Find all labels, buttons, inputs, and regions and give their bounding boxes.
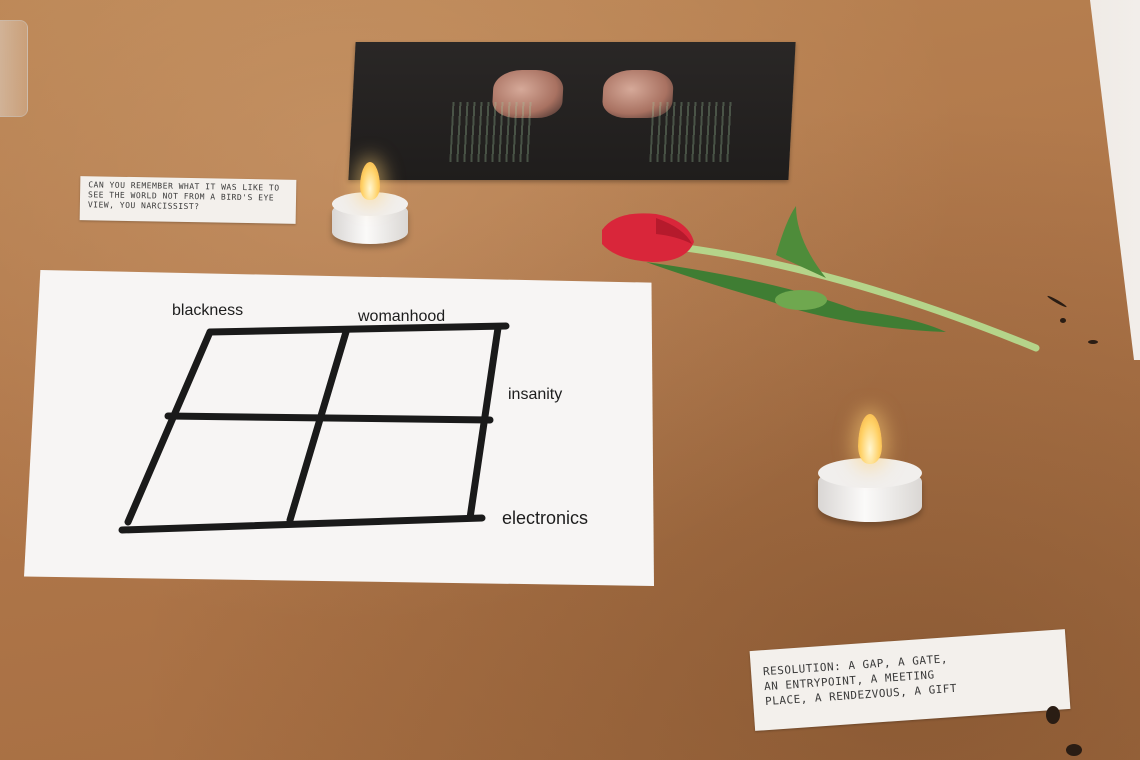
tealight-candle-icon	[818, 414, 922, 522]
label-womanhood: womanhood	[358, 308, 446, 325]
grid-line-top	[206, 322, 510, 336]
grid-line-center	[286, 328, 350, 524]
label-insanity: insanity	[508, 386, 563, 403]
ink-spot	[1066, 744, 1082, 756]
label-electronics: electronics	[502, 508, 589, 528]
ink-spot	[1046, 706, 1060, 724]
label-blackness: blackness	[172, 302, 244, 319]
ink-spot	[1060, 318, 1066, 323]
ink-spot	[1088, 340, 1098, 344]
grid-line-middle	[164, 412, 494, 424]
grid-line-left	[124, 328, 214, 526]
grid-line-bottom	[118, 514, 486, 534]
photo-scene: CAN YOU REMEMBER WHAT IT WAS LIKE TO SEE…	[0, 0, 1140, 760]
